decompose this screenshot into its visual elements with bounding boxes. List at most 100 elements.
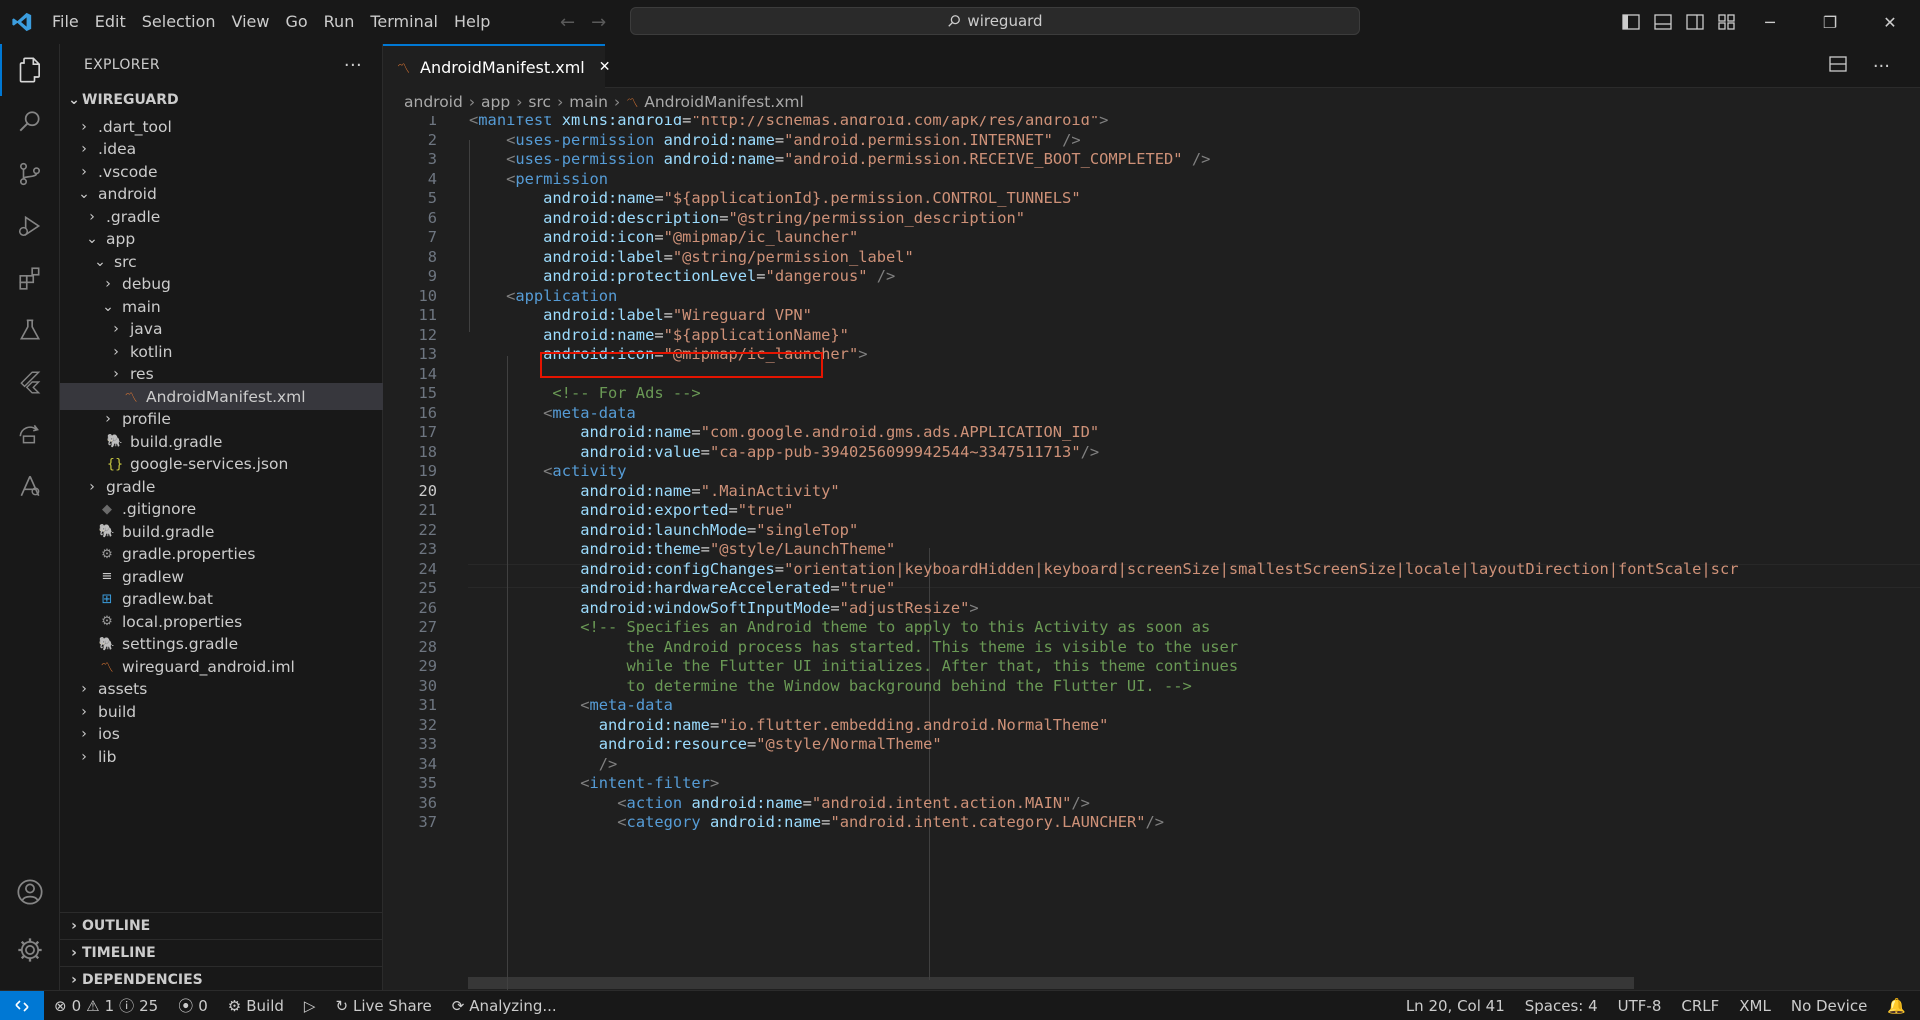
tree-item-label: app <box>106 230 136 248</box>
manage-gear-icon[interactable] <box>0 924 60 976</box>
chevron-right-icon: › <box>89 478 95 495</box>
outline-section-label: OUTLINE <box>82 918 151 934</box>
ports-count: 0 <box>198 996 208 1015</box>
rss-icon: 〽 <box>397 61 411 77</box>
error-icon: ⊗ <box>54 996 67 1015</box>
command-center-text: wireguard <box>967 12 1043 30</box>
chevron-right-icon: › <box>81 703 87 720</box>
testing-flask-icon[interactable] <box>0 304 60 356</box>
breadcrumb-item[interactable]: AndroidManifest.xml <box>644 93 804 111</box>
indentation[interactable]: Spaces: 4 <box>1515 997 1608 1015</box>
tree-item-label: android <box>98 185 157 203</box>
ports-indicator[interactable]: ⦿ 0 <box>168 995 218 1016</box>
tree-item-label: profile <box>122 410 171 428</box>
workspace-root[interactable]: ⌄ WIREGUARD <box>60 86 382 113</box>
breadcrumb-item[interactable]: main <box>569 93 608 111</box>
timeline-section[interactable]: › TIMELINE <box>60 939 382 966</box>
toggle-panel-icon[interactable] <box>1652 11 1674 33</box>
close-tab-icon[interactable]: ✕ <box>599 59 611 75</box>
gear-icon: ⚙ <box>101 614 113 629</box>
tree-item-label: .gradle <box>106 207 161 226</box>
build-label: Build <box>246 996 284 1015</box>
restore-icon[interactable]: ❐ <box>1800 0 1860 44</box>
menu-item-selection[interactable]: Selection <box>134 0 224 44</box>
tree-item-label: debug <box>122 275 171 293</box>
menu-item-terminal[interactable]: Terminal <box>362 0 446 44</box>
tree-item-label: src <box>114 252 137 271</box>
play-icon: ▷ <box>303 996 316 1015</box>
breadcrumb-item[interactable]: app <box>481 93 510 111</box>
device-selector[interactable]: No Device <box>1781 997 1877 1015</box>
horizontal-scrollbar[interactable] <box>468 977 1634 989</box>
tree-item-label: main <box>122 297 161 316</box>
vscode-logo-icon[interactable] <box>0 0 44 44</box>
breadcrumb-item[interactable]: android <box>404 93 463 111</box>
customize-layout-icon[interactable] <box>1716 11 1738 33</box>
gear-icon: ⚙ <box>227 996 242 1015</box>
extensions-icon[interactable] <box>0 252 60 304</box>
code-text: <category android:name="android.intent.c… <box>617 813 1165 831</box>
toggle-primary-sidebar-icon[interactable] <box>1620 11 1642 33</box>
minimize-icon[interactable]: ─ <box>1740 0 1800 44</box>
outline-section[interactable]: › OUTLINE <box>60 912 382 939</box>
tree-item-label: .gitignore <box>122 500 197 518</box>
explorer-icon[interactable] <box>0 44 60 96</box>
tree-folder[interactable]: › lib <box>60 743 398 770</box>
accounts-icon[interactable] <box>0 866 60 918</box>
menu-item-view[interactable]: View <box>224 0 278 44</box>
tree-item-label: AndroidManifest.xml <box>146 387 306 406</box>
tree-item-label: gradle <box>106 477 156 496</box>
more-editor-actions-icon[interactable]: ··· <box>1873 56 1890 77</box>
git-icon: ◆ <box>102 501 112 517</box>
close-window-icon[interactable]: ✕ <box>1860 0 1920 44</box>
menu-item-edit[interactable]: Edit <box>87 0 134 44</box>
gear-icon: ⚙ <box>101 546 113 562</box>
menu-item-run[interactable]: Run <box>316 0 363 44</box>
tree-item-label: kotlin <box>130 342 173 361</box>
menu-bar: File Edit Selection View Go Run Terminal Help <box>44 0 498 44</box>
tree-item-label: settings.gradle <box>122 635 239 653</box>
end-of-line[interactable]: CRLF <box>1671 997 1729 1015</box>
tree-item-label: res <box>130 365 154 383</box>
android-studio-icon[interactable] <box>0 460 60 512</box>
rss-icon: 〽 <box>626 95 639 110</box>
more-actions-icon[interactable]: ··· <box>344 55 362 76</box>
cursor-position[interactable]: Ln 20, Col 41 <box>1396 997 1515 1015</box>
language-mode[interactable]: XML <box>1729 997 1781 1015</box>
tree-item-label: gradlew.bat <box>122 590 213 608</box>
code-editor[interactable]: 1 <manifest xmlns:android="http://schemas… <box>383 116 1920 990</box>
chevron-right-icon: › <box>81 726 87 742</box>
problems-indicator[interactable]: ⊗ 0 ⚠ 1 ⓘ 25 <box>44 995 168 1016</box>
flutter-icon[interactable] <box>0 356 60 408</box>
editor-tabs: 〽 AndroidManifest.xml ✕ ··· <box>383 44 1920 88</box>
window-controls: ─ ❐ ✕ <box>1740 0 1920 44</box>
live-share-label: Live Share <box>353 996 432 1015</box>
run-debug-icon[interactable] <box>0 200 60 252</box>
notifications-bell-icon[interactable]: 🔔 <box>1877 997 1920 1015</box>
breadcrumb-item[interactable]: src <box>528 93 551 111</box>
status-bar: ⊗ 0 ⚠ 1 ⓘ 25 ⦿ 0 ⚙ Build ▷ ↻ Live Share ⟳ Analy… <box>0 990 1920 1020</box>
live-share-button[interactable]: ↻ Live Share <box>325 997 441 1015</box>
search-icon[interactable] <box>0 96 60 148</box>
dependencies-section[interactable]: › DEPENDENCIES <box>60 966 382 993</box>
run-button[interactable]: ▷ <box>294 997 326 1015</box>
back-arrow-icon[interactable]: ← <box>560 12 575 33</box>
tab-android-manifest[interactable]: 〽 AndroidManifest.xml ✕ <box>383 44 610 88</box>
menu-item-file[interactable]: File <box>44 0 87 44</box>
forward-arrow-icon[interactable]: → <box>591 12 606 33</box>
toggle-secondary-sidebar-icon[interactable] <box>1684 11 1706 33</box>
analyzing-status[interactable]: ⟳ Analyzing... <box>442 997 567 1015</box>
encoding[interactable]: UTF-8 <box>1608 997 1672 1015</box>
chevron-down-icon: ⌄ <box>102 298 114 315</box>
menu-item-help[interactable]: Help <box>446 0 498 44</box>
source-control-icon[interactable] <box>0 148 60 200</box>
lines-icon: ≡ <box>101 569 113 584</box>
tree-item-label: gradle.properties <box>122 545 256 563</box>
tab-label: AndroidManifest.xml <box>420 57 585 77</box>
remote-explorer-icon[interactable] <box>0 408 60 460</box>
remote-indicator-icon[interactable] <box>0 991 44 1020</box>
menu-item-go[interactable]: Go <box>277 0 315 44</box>
split-editor-icon[interactable] <box>1829 56 1847 76</box>
command-center[interactable]: wireguard <box>630 7 1360 35</box>
build-button[interactable]: ⚙ Build <box>218 997 294 1015</box>
